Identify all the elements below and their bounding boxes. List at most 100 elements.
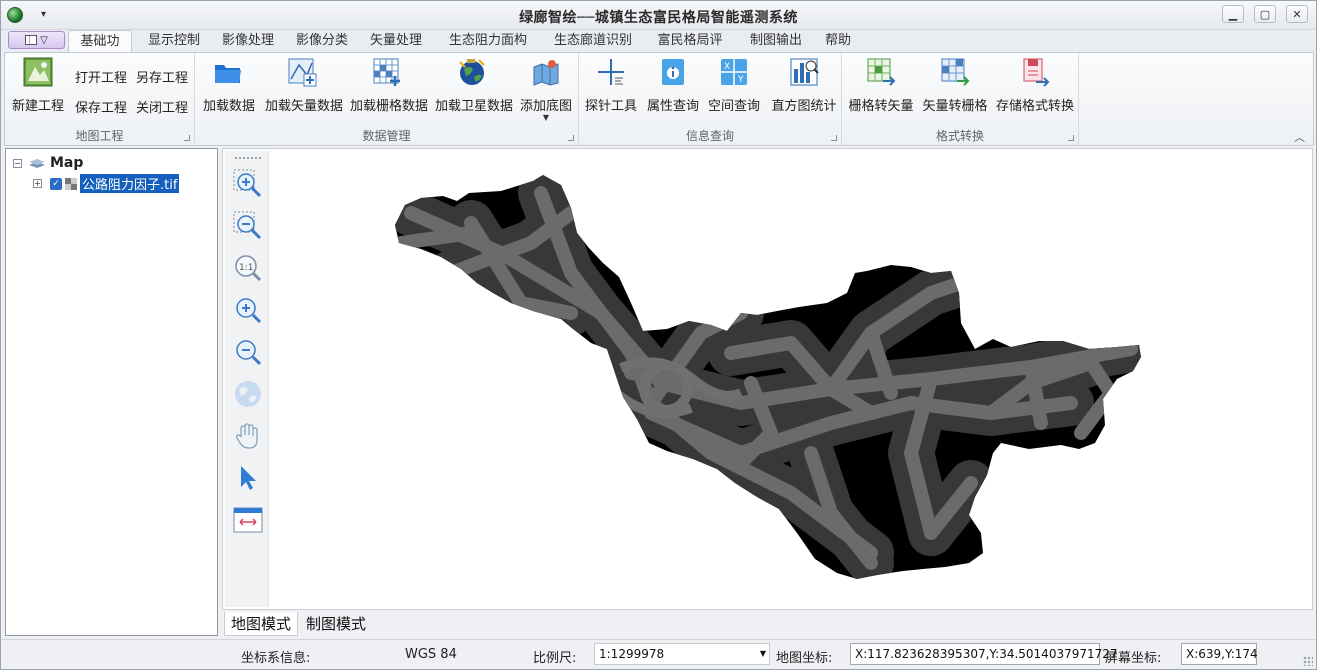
spatial-query-button[interactable]: X Y 空间查询 <box>707 57 761 114</box>
tab-image-processing[interactable]: 影像处理 <box>216 30 280 52</box>
svg-text:1:1: 1:1 <box>239 263 253 273</box>
map-view[interactable]: 1:1 <box>222 148 1313 610</box>
tab-resistance-surface[interactable]: 生态阻力面构建 <box>438 30 538 69</box>
title-bar: ▾ 绿廊智绘──城镇生态富民格局智能遥测系统 ▁ ▢ ✕ <box>1 1 1316 30</box>
new-project-button[interactable]: 新建工程 <box>11 57 65 114</box>
tab-map-mode[interactable]: 地图模式 <box>224 612 299 636</box>
basemap-icon <box>533 60 559 86</box>
load-raster-label: 加载栅格数据 <box>350 99 429 114</box>
zoom-in-icon[interactable] <box>233 295 263 325</box>
load-data-label: 加载数据 <box>203 99 256 114</box>
tab-assessment[interactable]: 富民格局评估 <box>646 30 734 69</box>
histogram-stats-label: 直方图统计 <box>771 99 837 114</box>
tab-basic[interactable]: 基础功能 <box>68 30 132 70</box>
minimize-button[interactable]: ▁ <box>1222 5 1244 23</box>
scale-label: 比例尺: <box>533 651 577 666</box>
group-label-project: 地图工程 <box>75 129 124 143</box>
tab-image-classification[interactable]: 影像分类 <box>290 30 354 52</box>
pan-hand-icon[interactable] <box>233 421 263 451</box>
spatial-query-label: 空间查询 <box>707 99 760 114</box>
tab-help[interactable]: 帮助 <box>818 30 858 52</box>
actual-size-icon[interactable]: 1:1 <box>233 253 263 283</box>
raster-to-vector-button[interactable]: 栅格转矢量 <box>848 57 914 114</box>
attribute-query-button[interactable]: 属性查询 <box>647 57 699 114</box>
group-launcher-icon[interactable] <box>1068 135 1074 141</box>
satellite-globe-icon <box>459 59 485 85</box>
restore-button[interactable]: ▢ <box>1254 5 1276 23</box>
resize-grip-icon[interactable] <box>1303 656 1313 666</box>
probe-tool-label: 探针工具 <box>585 99 638 114</box>
layer-tree-panel: − Map + ✓ 公路阻力因子.tif <box>5 148 218 636</box>
open-project-button[interactable]: 打开工程 <box>75 67 127 86</box>
attribute-query-label: 属性查询 <box>647 99 700 114</box>
tree-root-map[interactable]: − Map <box>13 155 83 171</box>
load-vector-button[interactable]: 加载矢量数据 <box>265 57 344 114</box>
save-project-button[interactable]: 保存工程 <box>75 97 127 116</box>
expand-icon[interactable]: + <box>33 179 42 188</box>
tab-layout-mode[interactable]: 制图模式 <box>300 612 372 636</box>
spatial-query-icon: X Y <box>721 59 747 85</box>
zoom-out-box-icon[interactable] <box>233 211 263 241</box>
group-label-convert: 格式转换 <box>935 129 984 143</box>
histogram-stats-button[interactable]: 直方图统计 <box>771 57 837 114</box>
map-layers-icon <box>29 159 45 168</box>
load-vector-label: 加载矢量数据 <box>265 99 344 114</box>
close-icon: ✕ <box>1292 7 1302 21</box>
histogram-icon <box>790 58 819 86</box>
storage-convert-icon <box>1023 58 1050 87</box>
probe-tool-button[interactable]: 探针工具 <box>585 57 637 114</box>
group-launcher-icon[interactable] <box>568 135 574 141</box>
select-arrow-icon[interactable] <box>233 463 263 493</box>
raster-layer-icon <box>65 177 77 190</box>
group-launcher-icon[interactable] <box>831 135 837 141</box>
map-coord-value: X:117.823628395307,Y:34.5014037971727 <box>850 643 1118 665</box>
crosshair-icon <box>598 59 624 85</box>
svg-text:X: X <box>724 62 730 72</box>
group-project: 新建工程 打开工程 另存工程 保存工程 关闭工程 地图工程 <box>5 53 195 145</box>
save-as-project-button[interactable]: 另存工程 <box>136 67 188 86</box>
zoom-out-icon[interactable] <box>233 337 263 367</box>
vector-to-raster-button[interactable]: 矢量转栅格 <box>922 57 988 114</box>
ribbon-tab-bar: ▽ 基础功能 显示控制 影像处理 影像分类 矢量处理 生态阻力面构建 生态廊道识… <box>1 30 1316 70</box>
group-convert: 栅格转矢量 矢量转栅格 存储格式转换 格式转换 <box>842 53 1079 145</box>
ribbon-collapse-icon[interactable]: ︿ <box>1294 129 1305 145</box>
toolbar-grip[interactable] <box>235 157 261 159</box>
load-data-button[interactable]: 加载数据 <box>203 57 256 114</box>
tab-vector[interactable]: 矢量处理 <box>364 30 428 52</box>
group-launcher-icon[interactable] <box>184 135 190 141</box>
storage-format-convert-button[interactable]: 存储格式转换 <box>996 57 1074 114</box>
add-basemap-label: 添加底图 <box>519 99 572 114</box>
new-project-label: 新建工程 <box>11 99 64 114</box>
chevron-down-icon: ▼ <box>759 649 766 658</box>
scale-select[interactable]: 1:1299978 ▼ <box>594 643 770 665</box>
load-satellite-button[interactable]: 加载卫星数据 <box>435 57 514 114</box>
menu-panel-icon <box>25 35 38 45</box>
close-button[interactable]: ✕ <box>1286 5 1308 23</box>
zoom-in-box-icon[interactable] <box>233 169 263 199</box>
tab-corridor[interactable]: 生态廊道识别 <box>548 30 638 52</box>
raster-to-vector-label: 栅格转矢量 <box>848 99 914 114</box>
group-query: 探针工具 属性查询 X Y 空间查询 直方图统计 信息查询 <box>579 53 842 145</box>
new-project-icon <box>23 57 53 87</box>
globe-icon[interactable] <box>233 379 263 409</box>
crs-label: 坐标系信息: <box>241 651 311 666</box>
load-satellite-label: 加载卫星数据 <box>435 99 514 114</box>
load-raster-button[interactable]: 加载栅格数据 <box>350 57 429 114</box>
add-basemap-button[interactable]: 添加底图 ▼ <box>518 57 574 122</box>
tab-display[interactable]: 显示控制 <box>142 30 206 52</box>
measure-icon[interactable] <box>233 505 263 535</box>
vector-to-raster-icon <box>941 58 970 86</box>
chevron-down-icon: ▼ <box>542 113 550 122</box>
tab-map-output[interactable]: 制图输出 <box>744 30 808 52</box>
application-menu-button[interactable]: ▽ <box>8 31 65 49</box>
tree-layer-item[interactable]: + ✓ 公路阻力因子.tif <box>33 174 180 193</box>
group-data: 加载数据 加载矢量数据 加载栅格数据 加载卫星数据 添加底图 ▼ 数据管理 <box>195 53 579 145</box>
raster-grid-icon <box>373 58 400 86</box>
collapse-icon[interactable]: − <box>13 158 22 168</box>
vector-layer-icon <box>288 58 317 87</box>
close-project-button[interactable]: 关闭工程 <box>136 97 188 116</box>
raster-map-canvas[interactable] <box>271 153 1309 605</box>
map-toolbar: 1:1 <box>225 151 269 607</box>
storage-format-convert-label: 存储格式转换 <box>996 99 1075 114</box>
layer-visibility-checkbox[interactable]: ✓ <box>50 177 62 190</box>
